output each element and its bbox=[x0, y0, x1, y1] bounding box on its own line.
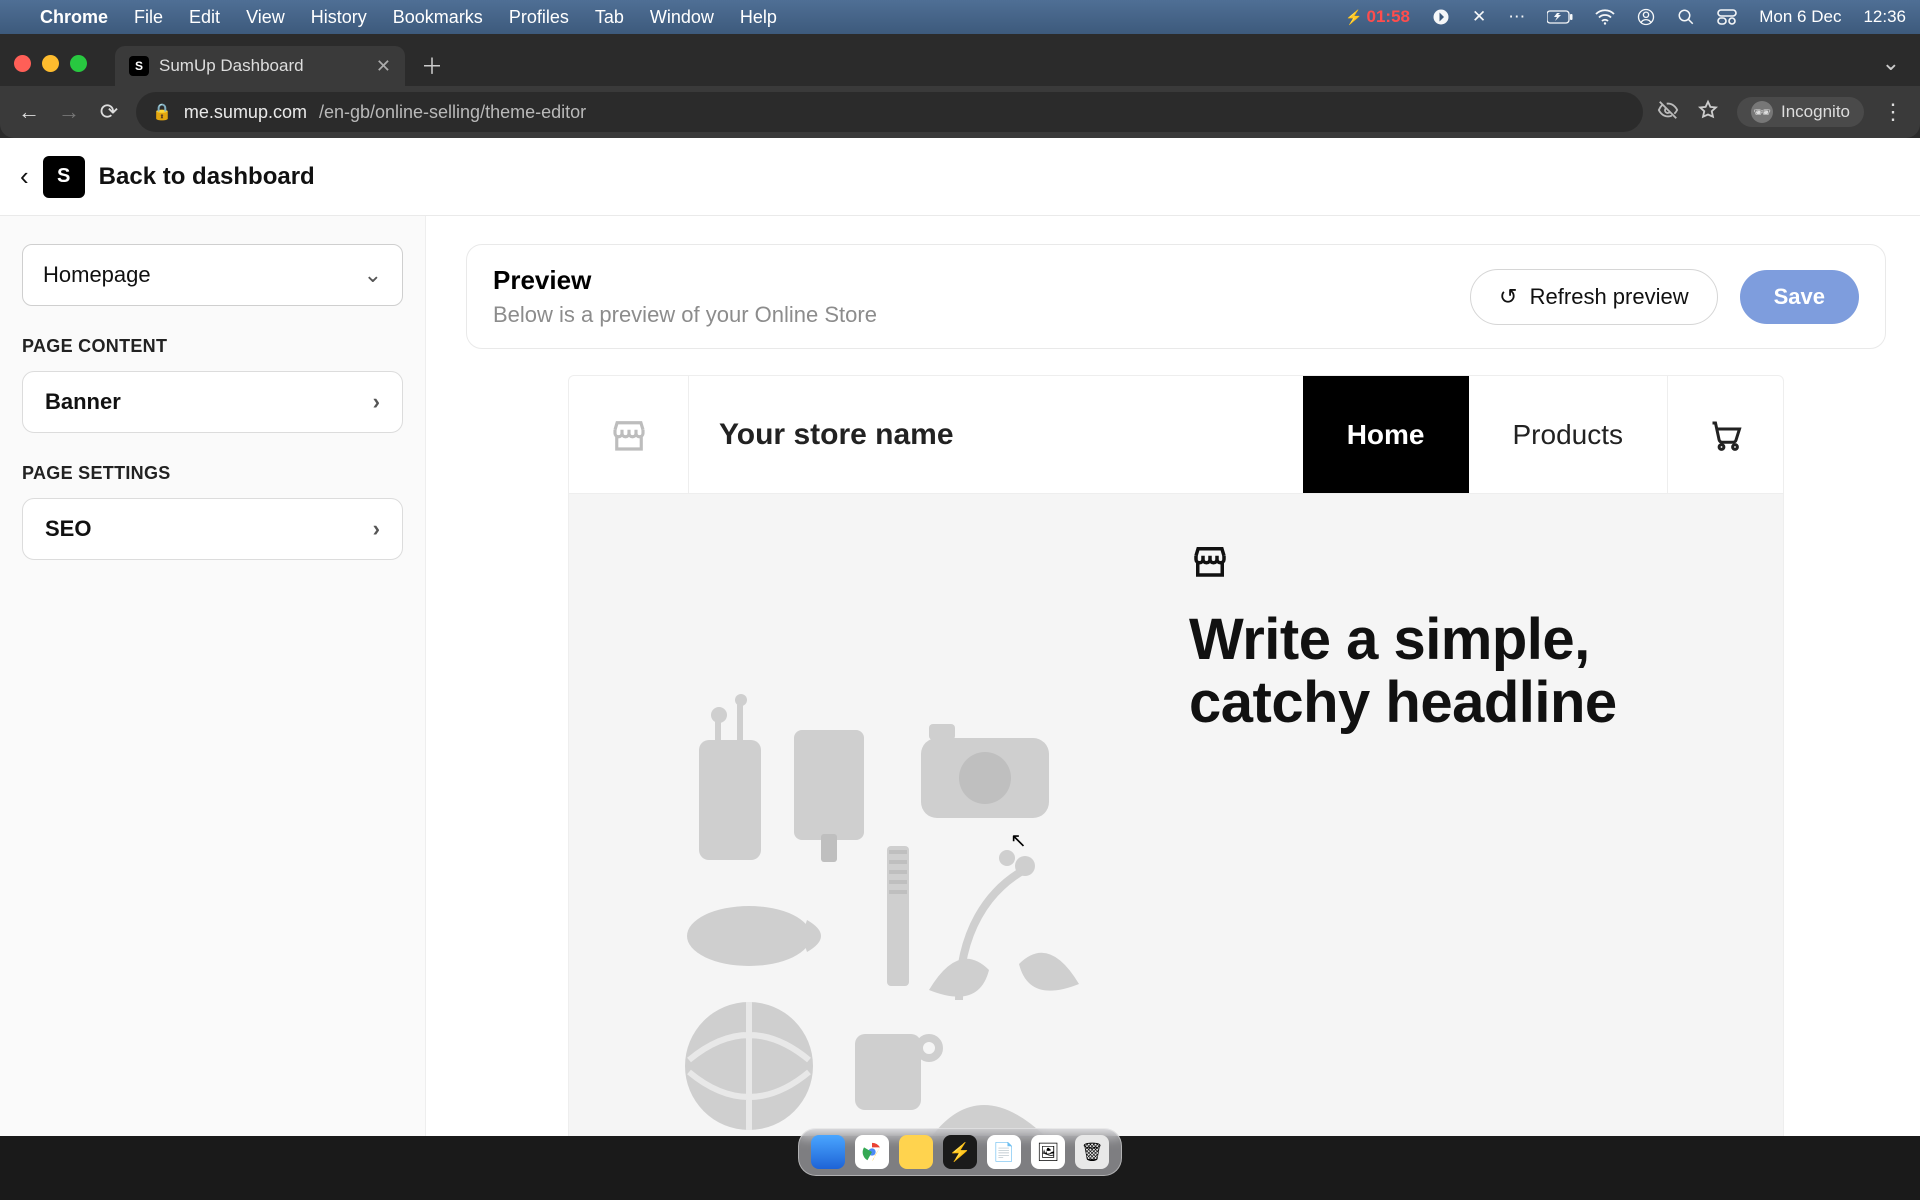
menubar-app-name[interactable]: Chrome bbox=[40, 7, 108, 28]
storefront-icon bbox=[1189, 591, 1231, 608]
window-zoom-button[interactable] bbox=[70, 55, 87, 72]
sidebar-item-banner[interactable]: Banner › bbox=[22, 371, 403, 433]
preview-subtext: Below is a preview of your Online Store bbox=[493, 302, 877, 328]
dock-app-terminal[interactable]: ⚡ bbox=[943, 1135, 977, 1169]
status-icon-3[interactable]: ⋯ bbox=[1508, 7, 1525, 27]
menu-help[interactable]: Help bbox=[740, 7, 777, 28]
store-nav-home[interactable]: Home bbox=[1303, 376, 1469, 493]
kebab-menu-icon[interactable]: ⋮ bbox=[1882, 99, 1904, 125]
window-controls bbox=[14, 55, 87, 72]
control-center-icon[interactable] bbox=[1717, 9, 1737, 25]
sidebar-item-label: Banner bbox=[45, 389, 121, 415]
window-minimize-button[interactable] bbox=[42, 55, 59, 72]
macos-dock-area: ⚡ 📄 🖼 🗑 bbox=[0, 1128, 1920, 1192]
nav-reload-button[interactable]: ⟳ bbox=[96, 99, 122, 125]
macos-menubar: Chrome File Edit View History Bookmarks … bbox=[0, 0, 1920, 34]
macos-dock: ⚡ 📄 🖼 🗑 bbox=[798, 1128, 1122, 1176]
app-viewport: ‹ S Back to dashboard Homepage ⌄ PAGE CO… bbox=[0, 138, 1920, 1136]
incognito-badge[interactable]: 🕶 Incognito bbox=[1737, 97, 1864, 127]
preview-bar: Preview Below is a preview of your Onlin… bbox=[466, 244, 1886, 349]
store-nav-products[interactable]: Products bbox=[1469, 376, 1668, 493]
wifi-icon[interactable] bbox=[1595, 9, 1615, 25]
store-name: Your store name bbox=[689, 376, 1303, 493]
battery-icon[interactable] bbox=[1547, 10, 1573, 24]
user-icon[interactable] bbox=[1637, 8, 1655, 26]
eye-off-icon[interactable] bbox=[1657, 99, 1679, 126]
hero-headline: Write a simple, catchy headline bbox=[1189, 609, 1669, 734]
dock-app-chrome[interactable] bbox=[855, 1135, 889, 1169]
hero-illustration bbox=[629, 534, 1149, 1136]
menu-history[interactable]: History bbox=[311, 7, 367, 28]
incognito-icon: 🕶 bbox=[1751, 101, 1773, 123]
menu-file[interactable]: File bbox=[134, 7, 163, 28]
url-host: me.sumup.com bbox=[184, 102, 307, 123]
chrome-tabstrip: S SumUp Dashboard ✕ ＋ ⌄ bbox=[0, 34, 1920, 86]
menu-window[interactable]: Window bbox=[650, 7, 714, 28]
save-button[interactable]: Save bbox=[1740, 270, 1859, 324]
menu-tab[interactable]: Tab bbox=[595, 7, 624, 28]
dock-app-textedit[interactable]: 📄 bbox=[987, 1135, 1021, 1169]
preview-heading: Preview bbox=[493, 265, 877, 296]
menu-edit[interactable]: Edit bbox=[189, 7, 220, 28]
editor-main: Preview Below is a preview of your Onlin… bbox=[426, 216, 1920, 1136]
chrome-toolbar: ← → ⟳ 🔒 me.sumup.com/en-gb/online-sellin… bbox=[0, 86, 1920, 138]
refresh-preview-label: Refresh preview bbox=[1530, 284, 1689, 310]
back-chevron-icon[interactable]: ‹ bbox=[20, 161, 29, 192]
store-cart-button[interactable] bbox=[1667, 376, 1783, 493]
bolt-icon: ⚡ bbox=[1345, 9, 1362, 26]
store-hero: Write a simple, catchy headline bbox=[569, 494, 1783, 1136]
incognito-label: Incognito bbox=[1781, 102, 1850, 122]
menu-profiles[interactable]: Profiles bbox=[509, 7, 569, 28]
sidebar-item-label: SEO bbox=[45, 516, 91, 542]
editor-sidebar: Homepage ⌄ PAGE CONTENT Banner › PAGE SE… bbox=[0, 216, 426, 1136]
page-settings-heading: PAGE SETTINGS bbox=[22, 463, 403, 484]
refresh-icon: ↻ bbox=[1499, 284, 1517, 310]
bookmark-star-icon[interactable] bbox=[1697, 99, 1719, 126]
menubar-time[interactable]: 12:36 bbox=[1863, 7, 1906, 27]
url-path: /en-gb/online-selling/theme-editor bbox=[319, 102, 586, 123]
new-tab-button[interactable]: ＋ bbox=[415, 48, 449, 82]
menubar-date[interactable]: Mon 6 Dec bbox=[1759, 7, 1841, 27]
chrome-window: S SumUp Dashboard ✕ ＋ ⌄ ← → ⟳ 🔒 me.sumup… bbox=[0, 34, 1920, 138]
chevron-right-icon: › bbox=[373, 389, 380, 415]
store-header: Your store name Home Products bbox=[569, 376, 1783, 494]
dock-app-trash[interactable]: 🗑 bbox=[1075, 1135, 1109, 1169]
status-icon-1[interactable] bbox=[1432, 8, 1450, 26]
page-select[interactable]: Homepage ⌄ bbox=[22, 244, 403, 306]
spotlight-icon[interactable] bbox=[1677, 8, 1695, 26]
sidebar-item-seo[interactable]: SEO › bbox=[22, 498, 403, 560]
refresh-preview-button[interactable]: ↻ Refresh preview bbox=[1470, 269, 1717, 325]
browser-tab[interactable]: S SumUp Dashboard ✕ bbox=[115, 46, 405, 86]
dock-app-finder[interactable] bbox=[811, 1135, 845, 1169]
store-logo-placeholder bbox=[569, 376, 689, 493]
tab-favicon: S bbox=[129, 56, 149, 76]
chevron-right-icon: › bbox=[373, 516, 380, 542]
tab-close-icon[interactable]: ✕ bbox=[376, 56, 391, 77]
back-to-dashboard-link[interactable]: Back to dashboard bbox=[99, 163, 315, 191]
menu-bookmarks[interactable]: Bookmarks bbox=[393, 7, 483, 28]
store-preview: Your store name Home Products bbox=[568, 375, 1784, 1136]
tabs-overflow-icon[interactable]: ⌄ bbox=[1882, 50, 1900, 76]
store-nav: Home Products bbox=[1303, 376, 1667, 493]
lock-icon: 🔒 bbox=[152, 102, 172, 122]
page-select-value: Homepage bbox=[43, 262, 151, 288]
dock-app-notes[interactable] bbox=[899, 1135, 933, 1169]
chevron-down-icon: ⌄ bbox=[364, 262, 382, 288]
sumup-logo[interactable]: S bbox=[43, 156, 85, 198]
window-close-button[interactable] bbox=[14, 55, 31, 72]
page-content-heading: PAGE CONTENT bbox=[22, 336, 403, 357]
status-icon-2[interactable]: ✕ bbox=[1472, 7, 1486, 27]
nav-back-button[interactable]: ← bbox=[16, 99, 42, 125]
battery-time: 01:58 bbox=[1367, 7, 1410, 27]
menu-view[interactable]: View bbox=[246, 7, 285, 28]
tab-title: SumUp Dashboard bbox=[159, 56, 304, 76]
address-bar[interactable]: 🔒 me.sumup.com/en-gb/online-selling/them… bbox=[136, 92, 1643, 132]
battery-status[interactable]: ⚡ 01:58 bbox=[1345, 7, 1410, 27]
app-header: ‹ S Back to dashboard bbox=[0, 138, 1920, 216]
dock-app-preview[interactable]: 🖼 bbox=[1031, 1135, 1065, 1169]
nav-forward-button[interactable]: → bbox=[56, 99, 82, 125]
